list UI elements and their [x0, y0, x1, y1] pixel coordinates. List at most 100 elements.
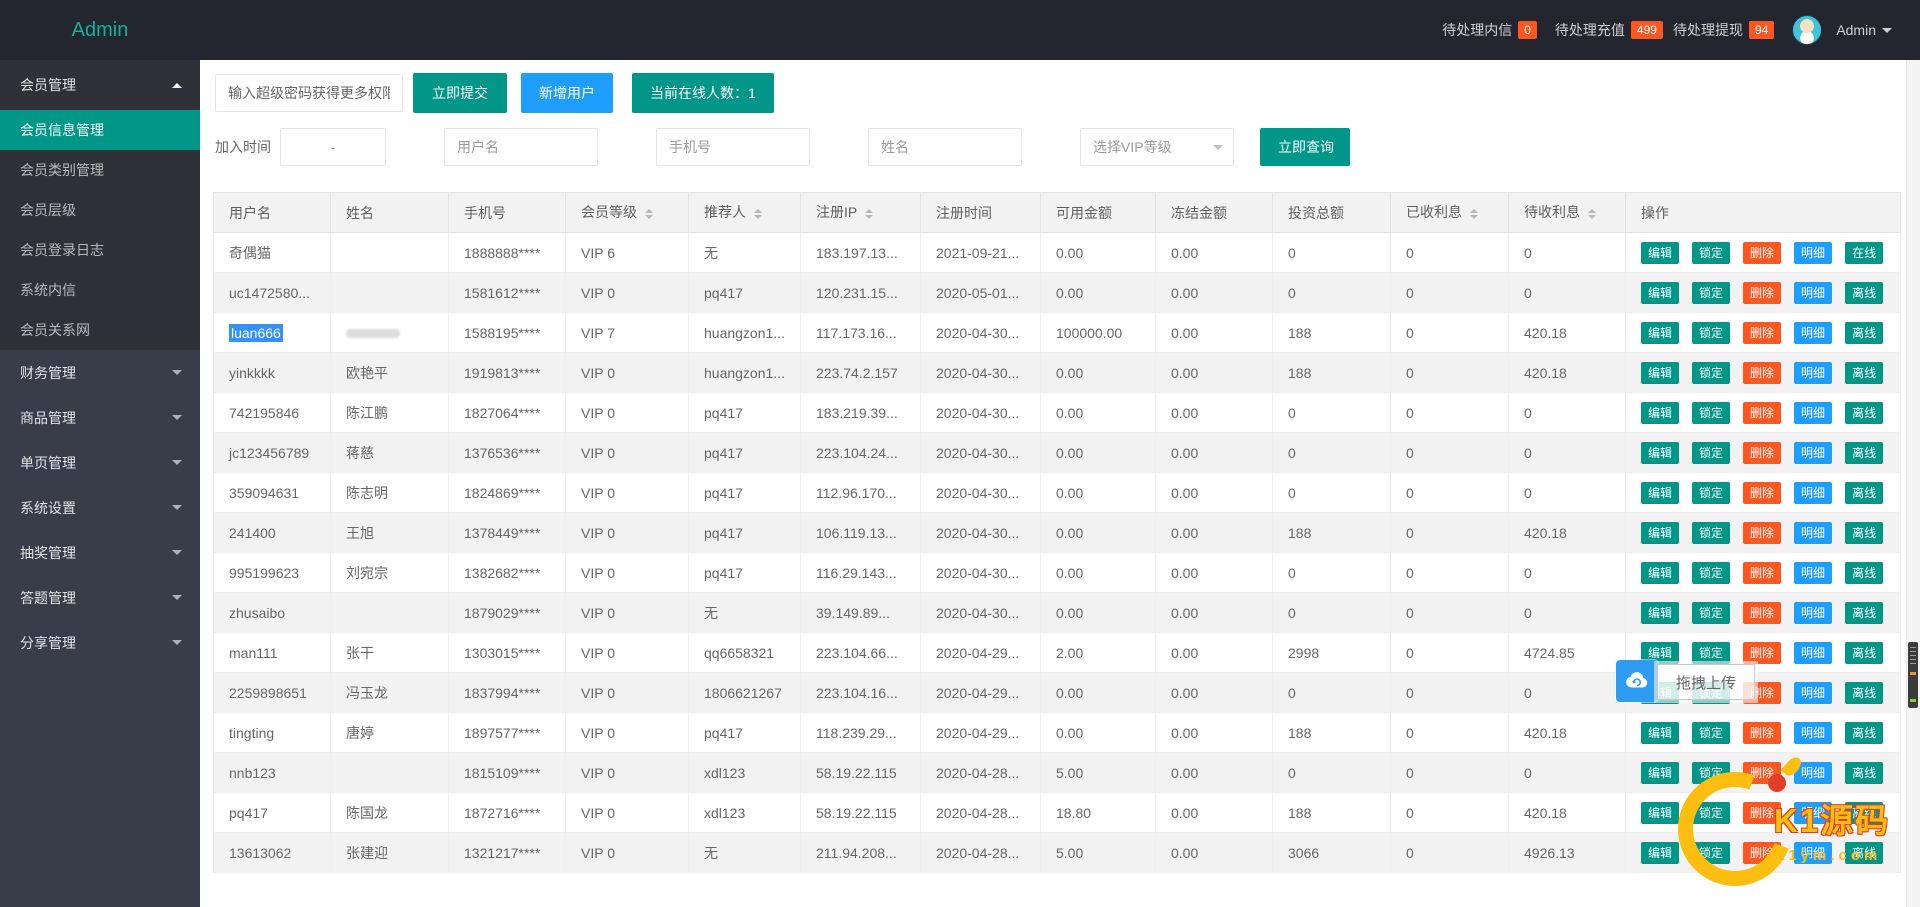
lock-button[interactable]: 锁定	[1692, 721, 1731, 744]
lock-button[interactable]: 锁定	[1692, 841, 1731, 864]
detail-button[interactable]: 明细	[1794, 521, 1833, 544]
detail-button[interactable]: 明细	[1794, 801, 1833, 824]
detail-button[interactable]: 明细	[1794, 681, 1833, 704]
avatar[interactable]	[1792, 15, 1823, 45]
lock-button[interactable]: 锁定	[1692, 241, 1731, 264]
column-header[interactable]: 已收利息	[1390, 192, 1509, 233]
name-input[interactable]	[868, 128, 1022, 166]
sidebar-subitem[interactable]: 会员关系网	[0, 310, 200, 350]
edit-button[interactable]: 编辑	[1641, 721, 1680, 744]
status-button[interactable]: 离线	[1845, 401, 1884, 424]
scrollbar-thumb[interactable]	[1908, 642, 1918, 708]
edit-button[interactable]: 编辑	[1641, 561, 1680, 584]
admin-dropdown[interactable]: Admin	[1836, 22, 1892, 38]
status-button[interactable]: 离线	[1845, 481, 1884, 504]
online-count-button[interactable]: 当前在线人数：1	[632, 73, 774, 113]
sort-icon[interactable]	[754, 205, 762, 223]
sidebar-item[interactable]: 财务管理	[0, 350, 200, 395]
detail-button[interactable]: 明细	[1794, 401, 1833, 424]
sort-icon[interactable]	[1470, 205, 1478, 223]
lock-button[interactable]: 锁定	[1692, 801, 1731, 824]
status-button[interactable]: 离线	[1845, 521, 1884, 544]
edit-button[interactable]: 编辑	[1641, 801, 1680, 824]
edit-button[interactable]: 编辑	[1641, 601, 1680, 624]
status-button[interactable]: 离线	[1845, 641, 1884, 664]
edit-button[interactable]: 编辑	[1641, 361, 1680, 384]
status-button[interactable]: 离线	[1845, 321, 1884, 344]
delete-button[interactable]: 删除	[1743, 761, 1782, 784]
lock-button[interactable]: 锁定	[1692, 361, 1731, 384]
lock-button[interactable]: 锁定	[1692, 401, 1731, 424]
status-button[interactable]: 离线	[1845, 601, 1884, 624]
detail-button[interactable]: 明细	[1794, 281, 1833, 304]
sidebar-subitem[interactable]: 会员层级	[0, 190, 200, 230]
status-button[interactable]: 离线	[1845, 561, 1884, 584]
status-button[interactable]: 离线	[1845, 441, 1884, 464]
status-button[interactable]: 离线	[1845, 721, 1884, 744]
edit-button[interactable]: 编辑	[1641, 841, 1680, 864]
column-header[interactable]: 推荐人	[688, 192, 801, 233]
delete-button[interactable]: 删除	[1743, 321, 1782, 344]
detail-button[interactable]: 明细	[1794, 761, 1833, 784]
status-button[interactable]: 离线	[1845, 681, 1884, 704]
lock-button[interactable]: 锁定	[1692, 561, 1731, 584]
lock-button[interactable]: 锁定	[1692, 521, 1731, 544]
lock-button[interactable]: 锁定	[1692, 481, 1731, 504]
sort-icon[interactable]	[865, 205, 874, 223]
delete-button[interactable]: 删除	[1743, 601, 1782, 624]
query-button[interactable]: 立即查询	[1260, 128, 1350, 166]
edit-button[interactable]: 编辑	[1641, 241, 1680, 264]
status-button[interactable]: 离线	[1845, 361, 1884, 384]
status-button[interactable]: 离线	[1845, 841, 1884, 864]
vip-level-select[interactable]: 选择VIP等级	[1080, 128, 1234, 166]
sidebar-subitem[interactable]: 会员信息管理	[0, 110, 200, 150]
detail-button[interactable]: 明细	[1794, 241, 1833, 264]
column-header[interactable]: 会员等级	[565, 192, 689, 233]
delete-button[interactable]: 删除	[1743, 801, 1782, 824]
edit-button[interactable]: 编辑	[1641, 321, 1680, 344]
edit-button[interactable]: 编辑	[1641, 521, 1680, 544]
drag-upload-widget[interactable]: 拖拽上传	[1616, 660, 1755, 702]
detail-button[interactable]: 明细	[1794, 721, 1833, 744]
lock-button[interactable]: 锁定	[1692, 441, 1731, 464]
sort-icon[interactable]	[1588, 205, 1596, 223]
delete-button[interactable]: 删除	[1743, 281, 1782, 304]
sidebar-subitem[interactable]: 会员登录日志	[0, 230, 200, 270]
detail-button[interactable]: 明细	[1794, 481, 1833, 504]
edit-button[interactable]: 编辑	[1641, 281, 1680, 304]
status-button[interactable]: 离线	[1845, 281, 1884, 304]
delete-button[interactable]: 删除	[1743, 241, 1782, 264]
status-button[interactable]: 在线	[1845, 241, 1884, 264]
add-user-button[interactable]: 新增用户	[521, 73, 613, 113]
column-header[interactable]: 注册IP	[800, 192, 921, 233]
lock-button[interactable]: 锁定	[1692, 281, 1731, 304]
pending-withdraw-link[interactable]: 待处理提现 94	[1673, 20, 1775, 40]
column-header[interactable]: 待收利息	[1508, 192, 1626, 233]
scrollbar-track[interactable]	[1906, 60, 1920, 907]
detail-button[interactable]: 明细	[1794, 841, 1833, 864]
detail-button[interactable]: 明细	[1794, 361, 1833, 384]
delete-button[interactable]: 删除	[1743, 361, 1782, 384]
delete-button[interactable]: 删除	[1743, 521, 1782, 544]
delete-button[interactable]: 删除	[1743, 441, 1782, 464]
edit-button[interactable]: 编辑	[1641, 401, 1680, 424]
sidebar-subitem[interactable]: 会员类别管理	[0, 150, 200, 190]
edit-button[interactable]: 编辑	[1641, 761, 1680, 784]
delete-button[interactable]: 删除	[1743, 721, 1782, 744]
submit-button[interactable]: 立即提交	[413, 73, 507, 113]
delete-button[interactable]: 删除	[1743, 401, 1782, 424]
delete-button[interactable]: 删除	[1743, 481, 1782, 504]
status-button[interactable]: 离线	[1845, 801, 1884, 824]
delete-button[interactable]: 删除	[1743, 561, 1782, 584]
detail-button[interactable]: 明细	[1794, 561, 1833, 584]
sidebar-item[interactable]: 商品管理	[0, 395, 200, 440]
sidebar-item[interactable]: 分享管理	[0, 620, 200, 665]
date-range-input[interactable]	[280, 128, 386, 166]
delete-button[interactable]: 删除	[1743, 841, 1782, 864]
detail-button[interactable]: 明细	[1794, 441, 1833, 464]
detail-button[interactable]: 明细	[1794, 321, 1833, 344]
lock-button[interactable]: 锁定	[1692, 761, 1731, 784]
sidebar-item[interactable]: 系统设置	[0, 485, 200, 530]
sidebar-item[interactable]: 单页管理	[0, 440, 200, 485]
pending-messages-link[interactable]: 待处理内信 0	[1442, 20, 1537, 40]
